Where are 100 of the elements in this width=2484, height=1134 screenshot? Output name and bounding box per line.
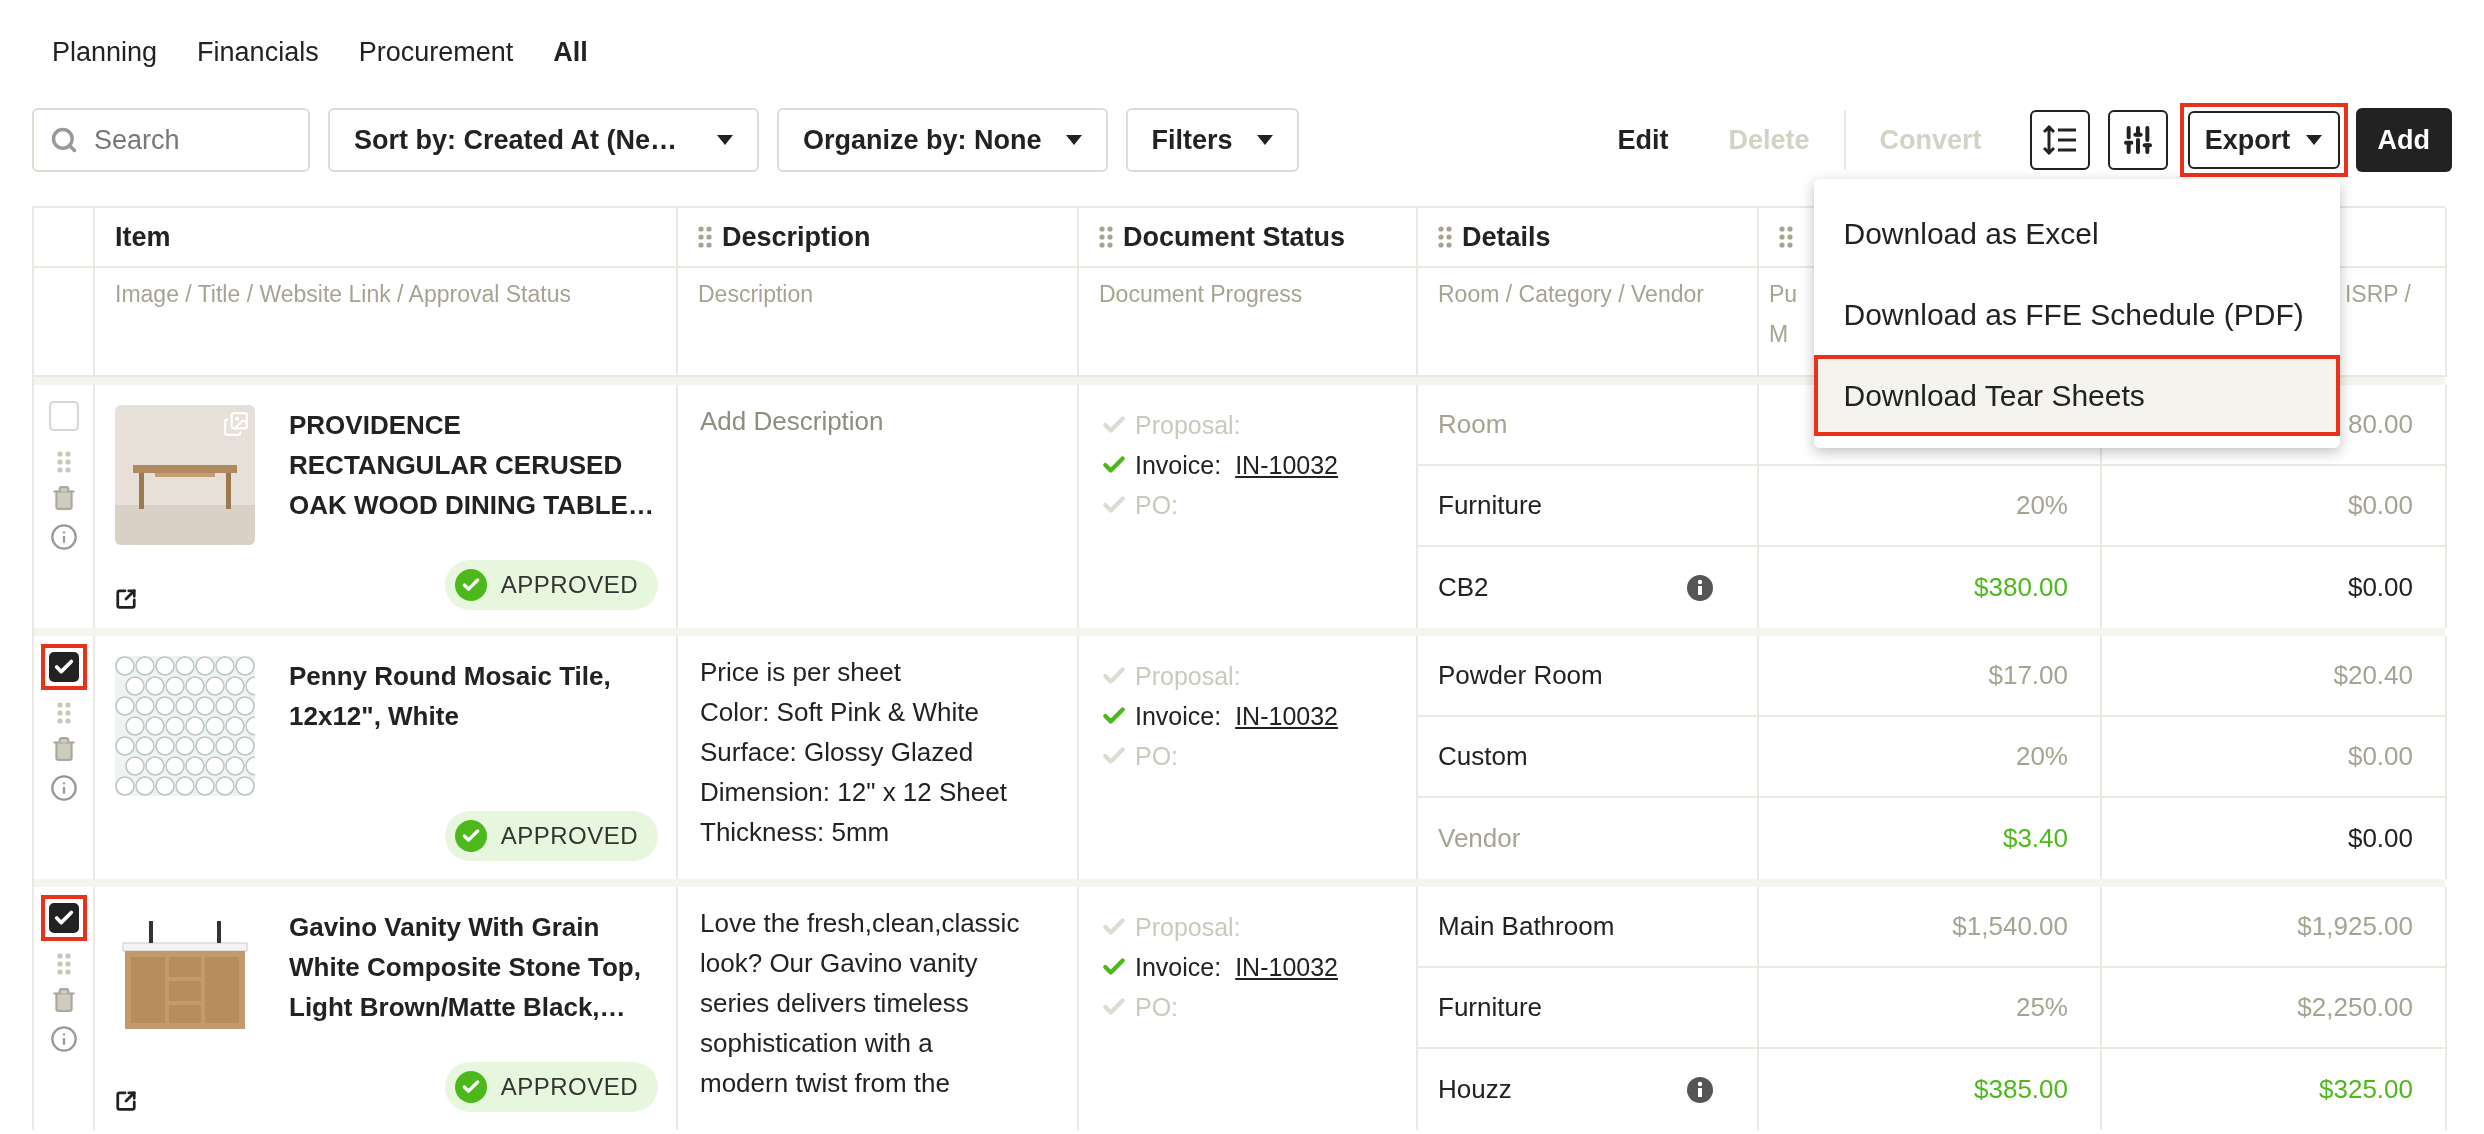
drag-handle-icon[interactable]: [56, 953, 71, 975]
status-label: APPROVED: [500, 1073, 638, 1101]
price-value: $385.00: [1974, 1074, 2068, 1105]
external-link-icon[interactable]: [115, 588, 137, 610]
document-label: PO:: [1135, 490, 1179, 521]
price-value: $1,925.00: [2297, 911, 2413, 942]
detail-value[interactable]: CB2: [1438, 572, 1489, 603]
row-checkbox[interactable]: [48, 652, 79, 682]
document-label: Invoice:: [1135, 952, 1222, 983]
drag-handle-icon[interactable]: [56, 451, 71, 473]
action-button[interactable]: Edit: [1587, 108, 1699, 172]
tab[interactable]: Procurement: [358, 36, 514, 68]
price-value: $0.00: [2347, 572, 2413, 603]
detail-value[interactable]: Main Bathroom: [1438, 911, 1615, 942]
info-icon[interactable]: [1687, 574, 1713, 601]
external-link-icon[interactable]: [115, 1090, 137, 1112]
document-label: Proposal:: [1135, 661, 1241, 692]
drag-handle-icon[interactable]: [1438, 226, 1452, 248]
gallery-icon[interactable]: [223, 411, 249, 437]
item-title: Gavino Vanity With Grain White Composite Stone Top, Light Brown/Matte Black,…: [289, 911, 642, 1024]
trash-icon[interactable]: [50, 987, 77, 1013]
description-line: look? Our Gavino vanity: [700, 947, 979, 980]
drag-handle-icon[interactable]: [698, 226, 712, 248]
caret-icon: [2306, 135, 2323, 145]
status-label: APPROVED: [500, 571, 638, 599]
price-value: 20%: [2015, 741, 2068, 772]
tab[interactable]: Planning: [52, 36, 158, 68]
description-line: Price is per sheet: [700, 656, 902, 689]
description-line: Thickness: 5mm: [700, 816, 891, 849]
menu-item[interactable]: Download as FFE Schedule (PDF): [1813, 274, 2340, 355]
search-box[interactable]: Search: [32, 108, 310, 172]
item-title: PROVIDENCE RECTANGULAR CERUSED OAK WOOD DINING TABLE…: [289, 409, 655, 522]
description-line: Color: Soft Pink & White: [700, 696, 980, 729]
price-value: $17.00: [1988, 660, 2068, 691]
item-title: Penny Round Mosaic Tile, 12x12", White: [289, 660, 612, 733]
column-settings-button[interactable]: [2107, 110, 2168, 170]
column-subheader: Document Progress: [1099, 280, 1303, 309]
document-label: PO:: [1135, 741, 1179, 772]
row-checkbox[interactable]: [48, 903, 79, 933]
price-value: $0.00: [2347, 741, 2413, 772]
tab[interactable]: Financials: [197, 36, 319, 68]
invoice-link[interactable]: IN-10032: [1235, 947, 1339, 987]
column-subheader: M: [1769, 320, 1789, 349]
price-value: $0.00: [2347, 823, 2413, 854]
detail-value[interactable]: Furniture: [1438, 992, 1543, 1023]
export-button[interactable]: Export: [2187, 111, 2340, 169]
dropdown-button[interactable]: Organize by: None: [777, 108, 1108, 172]
price-value: $380.00: [1974, 572, 2068, 603]
price-value: $20.40: [2333, 660, 2413, 691]
row-height-button[interactable]: [2029, 110, 2090, 170]
detail-value[interactable]: Powder Room: [1438, 660, 1603, 691]
caret-icon: [1256, 135, 1273, 145]
info-icon[interactable]: [1687, 1076, 1713, 1103]
document-label: Invoice:: [1135, 450, 1222, 481]
add-button[interactable]: Add: [2355, 108, 2452, 172]
menu-item[interactable]: Download as Excel: [1813, 193, 2340, 274]
document-label: Proposal:: [1135, 912, 1241, 943]
column-subheader: ISRP /: [2344, 280, 2411, 309]
drag-handle-icon[interactable]: [56, 702, 71, 724]
detail-value[interactable]: Custom: [1438, 741, 1528, 772]
tab[interactable]: All: [553, 36, 588, 68]
price-value: $2,250.00: [2297, 992, 2413, 1023]
description-line: Surface: Glossy Glazed: [700, 736, 975, 769]
invoice-link[interactable]: IN-10032: [1235, 445, 1339, 485]
description-line: Dimension: 12" x 12 Sheet: [700, 776, 1008, 809]
sliders-icon: [2121, 124, 2154, 156]
document-label: PO:: [1135, 992, 1179, 1023]
column-header: Item: [115, 221, 171, 253]
document-label: Proposal:: [1135, 410, 1241, 441]
line-spacing-icon: [2042, 125, 2077, 155]
column-subheader: Room / Category / Vendor: [1438, 280, 1704, 309]
trash-icon[interactable]: [50, 736, 77, 762]
price-value: $325.00: [2319, 1074, 2413, 1105]
trash-icon[interactable]: [50, 485, 77, 511]
description-line: series delivers timeless: [700, 987, 970, 1020]
column-header: Document Status: [1123, 221, 1346, 253]
menu-item[interactable]: Download Tear Sheets: [1813, 355, 2340, 436]
price-value: 80.00: [2347, 409, 2413, 440]
status-label: APPROVED: [500, 822, 638, 850]
price-value: $1,540.00: [1952, 911, 2068, 942]
caret-icon: [1065, 135, 1082, 145]
description-line: Love the fresh,clean,classic: [700, 907, 1021, 940]
drag-handle-icon[interactable]: [1779, 226, 1793, 248]
detail-value[interactable]: Houzz: [1438, 1074, 1512, 1105]
document-label: Invoice:: [1135, 701, 1222, 732]
column-subheader: Image / Title / Website Link / Approval Status: [115, 280, 571, 309]
invoice-link[interactable]: IN-10032: [1235, 696, 1339, 736]
search-icon: [50, 126, 78, 154]
detail-value[interactable]: Furniture: [1438, 490, 1543, 521]
column-header: Details: [1462, 221, 1551, 253]
price-value: $3.40: [2002, 823, 2068, 854]
description-line: sophistication with a: [700, 1027, 934, 1060]
dropdown-button[interactable]: Sort by: Created At (Ne…: [328, 108, 759, 172]
caret-icon: [717, 135, 733, 145]
column-subheader: Description: [698, 280, 814, 309]
dropdown-button[interactable]: Filters: [1125, 108, 1299, 172]
column-subheader: Pu: [1769, 280, 1798, 309]
description-line: modern twist from the: [700, 1067, 951, 1100]
drag-handle-icon[interactable]: [1099, 226, 1113, 248]
price-value: 20%: [2015, 490, 2068, 521]
